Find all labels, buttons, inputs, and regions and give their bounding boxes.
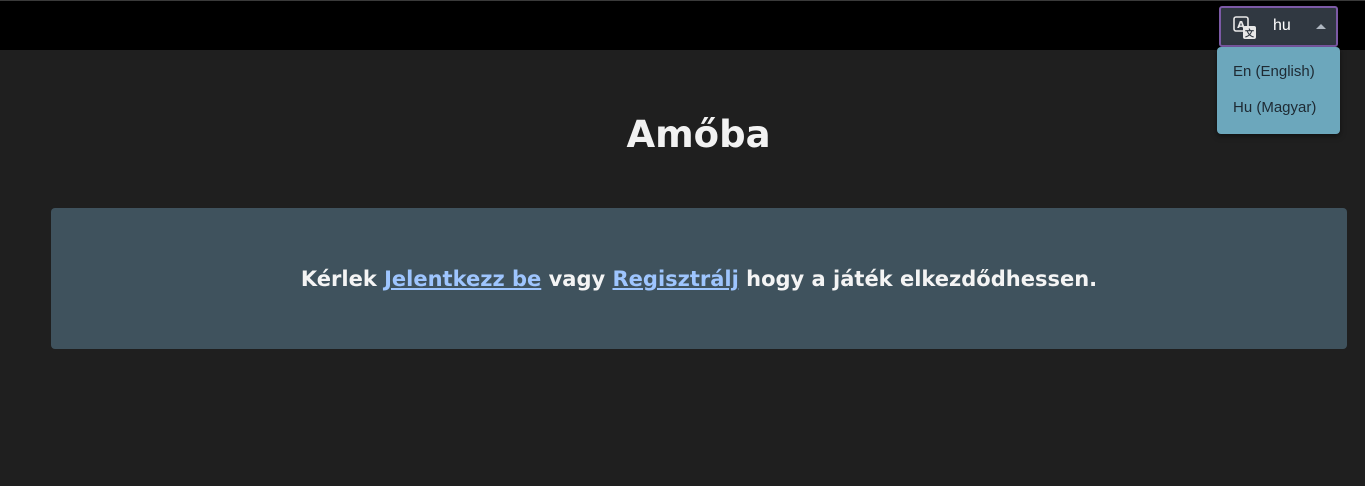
top-bar: A 文 hu (0, 0, 1365, 50)
notice-prefix: Kérlek (300, 267, 377, 291)
svg-text:文: 文 (1244, 28, 1255, 40)
language-option-english[interactable]: En (English) (1233, 63, 1315, 80)
login-notice-panel: Kérlek Jelentkezz be vagy Regisztrálj ho… (51, 208, 1347, 349)
notice-middle: vagy (548, 267, 606, 291)
language-selector[interactable]: A 文 hu (1219, 6, 1338, 47)
translate-icon: A 文 (1233, 16, 1257, 40)
login-link[interactable]: Jelentkezz be (384, 267, 541, 291)
language-selector-value: hu (1273, 17, 1291, 34)
register-link[interactable]: Regisztrálj (613, 267, 739, 291)
caret-up-icon (1316, 24, 1326, 29)
login-notice-text: Kérlek Jelentkezz be vagy Regisztrálj ho… (51, 265, 1347, 293)
notice-suffix: hogy a játék elkezdődhessen. (746, 267, 1098, 291)
page-title: Amőba (626, 113, 771, 156)
